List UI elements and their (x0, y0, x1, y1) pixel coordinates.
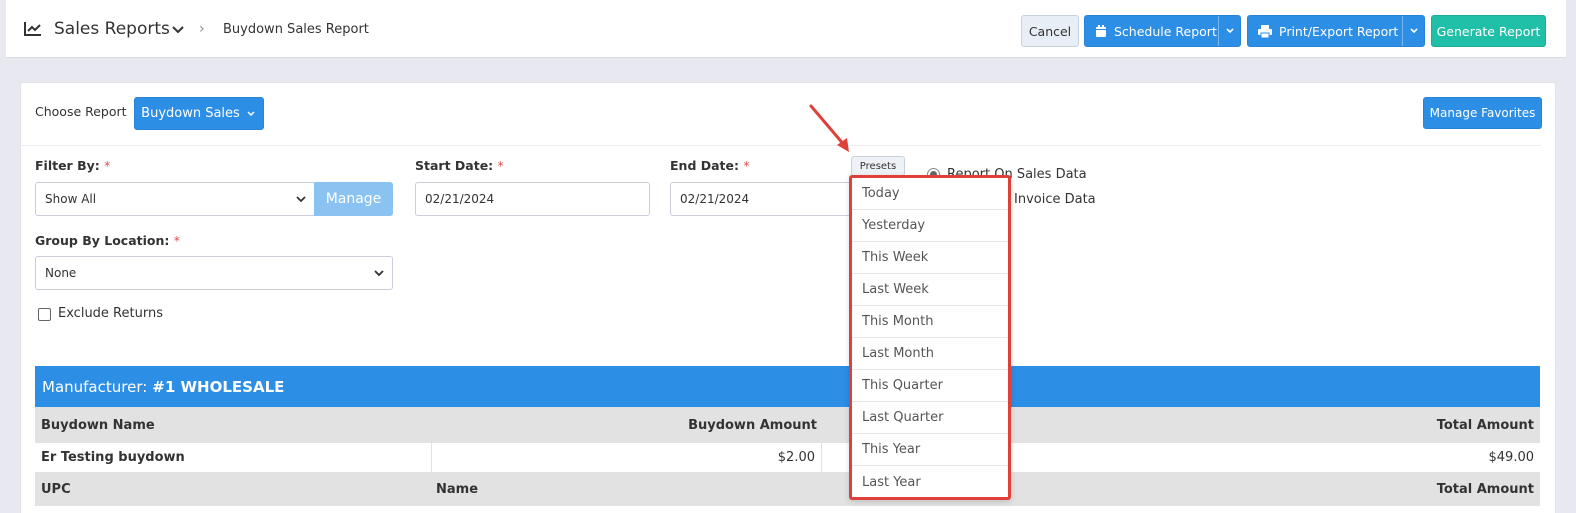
table-subheader: UPC Name Total Amount (35, 473, 1540, 506)
chevron-down-icon[interactable] (171, 23, 185, 37)
choose-report-label: Choose Report (35, 104, 127, 119)
row-total-amount: $49.00 (1488, 450, 1535, 465)
manage-label: Manage (325, 191, 382, 207)
preset-last-quarter[interactable]: Last Quarter (852, 402, 1008, 434)
cancel-label: Cancel (1028, 23, 1072, 39)
end-date-input[interactable]: 02/21/2024 (670, 182, 860, 216)
schedule-report-button[interactable]: Schedule Report (1084, 15, 1241, 47)
end-date-text: End Date: (670, 158, 740, 173)
left-frame (0, 0, 6, 513)
print-export-label: Print/Export Report (1279, 23, 1399, 39)
group-by-value: None (45, 266, 77, 280)
start-date-value: 02/21/2024 (425, 192, 495, 206)
preset-yesterday[interactable]: Yesterday (852, 210, 1008, 242)
preset-this-week[interactable]: This Week (852, 242, 1008, 274)
group-by-text: Group By Location: (35, 233, 170, 248)
presets-button[interactable]: Presets (851, 156, 905, 176)
generate-report-label: Generate Report (1436, 23, 1541, 39)
chevron-down-icon (374, 270, 384, 277)
end-date-value: 02/21/2024 (680, 192, 750, 206)
schedule-dropdown-toggle[interactable] (1218, 16, 1240, 46)
schedule-report-label: Schedule Report (1114, 23, 1217, 39)
required-mark: * (104, 158, 111, 173)
column-divider (821, 443, 822, 472)
group-by-select[interactable]: None (35, 256, 393, 290)
manufacturer-label: Manufacturer: (42, 377, 148, 396)
manufacturer-name: #1 WHOLESALE (152, 377, 285, 396)
breadcrumb-separator: › (199, 21, 205, 37)
preset-this-quarter[interactable]: This Quarter (852, 370, 1008, 402)
print-export-button[interactable]: Print/Export Report (1247, 15, 1425, 47)
calendar-icon (1095, 24, 1107, 38)
line-chart-icon (24, 22, 41, 36)
required-mark: * (497, 158, 504, 173)
filter-by-value: Show All (45, 192, 97, 206)
preset-last-week[interactable]: Last Week (852, 274, 1008, 306)
table-row: Er Testing buydown $2.00 $49.00 (35, 443, 1540, 473)
filter-by-text: Filter By: (35, 158, 100, 173)
manage-favorites-label: Manage Favorites (1429, 106, 1536, 120)
presets-label: Presets (859, 160, 897, 172)
page-title[interactable]: Sales Reports (54, 19, 170, 39)
row-buydown-name: Er Testing buydown (41, 450, 185, 465)
col-upc: UPC (41, 482, 71, 497)
report-on-invoice-label[interactable]: Invoice Data (1014, 192, 1096, 207)
end-date-label: End Date: * (670, 158, 750, 173)
manage-filter-button[interactable]: Manage (314, 182, 393, 216)
right-frame (1566, 0, 1576, 513)
col-total-amount-2: Total Amount (1436, 482, 1534, 497)
preset-last-year[interactable]: Last Year (852, 466, 1008, 498)
table-header: Buydown Name Buydown Amount Total Amount (35, 407, 1540, 443)
chevron-down-icon (1409, 28, 1418, 34)
print-dropdown-toggle[interactable] (1402, 16, 1424, 46)
filter-by-label: Filter By: * (35, 158, 110, 173)
col-name: Name (436, 482, 479, 497)
required-mark: * (743, 158, 750, 173)
annotation-arrow-icon (809, 104, 849, 152)
col-buydown-name: Buydown Name (41, 417, 155, 433)
choose-report-dropdown[interactable]: Buydown Sales (134, 97, 264, 130)
start-date-label: Start Date: * (415, 158, 504, 173)
filter-by-select[interactable]: Show All (35, 182, 315, 216)
chevron-down-icon (296, 196, 306, 203)
column-divider (431, 443, 432, 472)
printer-icon (1258, 24, 1272, 38)
group-by-label: Group By Location: * (35, 233, 180, 248)
start-date-text: Start Date: (415, 158, 494, 173)
preset-this-year[interactable]: This Year (852, 434, 1008, 466)
selected-report-label: Buydown Sales (141, 106, 240, 121)
cancel-button[interactable]: Cancel (1021, 15, 1079, 47)
exclude-returns-checkbox[interactable] (38, 308, 51, 321)
manufacturer-bar: Manufacturer: #1 WHOLESALE (35, 366, 1540, 407)
start-date-input[interactable]: 02/21/2024 (415, 182, 650, 216)
preset-today[interactable]: Today (852, 178, 1008, 210)
row-buydown-amount: $2.00 (777, 450, 815, 465)
breadcrumb: Buydown Sales Report (223, 22, 369, 37)
manage-favorites-button[interactable]: Manage Favorites (1423, 97, 1542, 129)
preset-last-month[interactable]: Last Month (852, 338, 1008, 370)
col-buydown-amount: Buydown Amount (688, 417, 817, 433)
presets-menu: Today Yesterday This Week Last Week This… (849, 175, 1011, 500)
chevron-down-icon (1225, 28, 1234, 34)
col-total-amount: Total Amount (1436, 417, 1534, 433)
generate-report-button[interactable]: Generate Report (1431, 15, 1546, 47)
exclude-returns-label[interactable]: Exclude Returns (58, 306, 163, 321)
required-mark: * (173, 233, 180, 248)
chevron-down-icon (247, 110, 255, 116)
divider (21, 145, 1541, 146)
preset-this-month[interactable]: This Month (852, 306, 1008, 338)
